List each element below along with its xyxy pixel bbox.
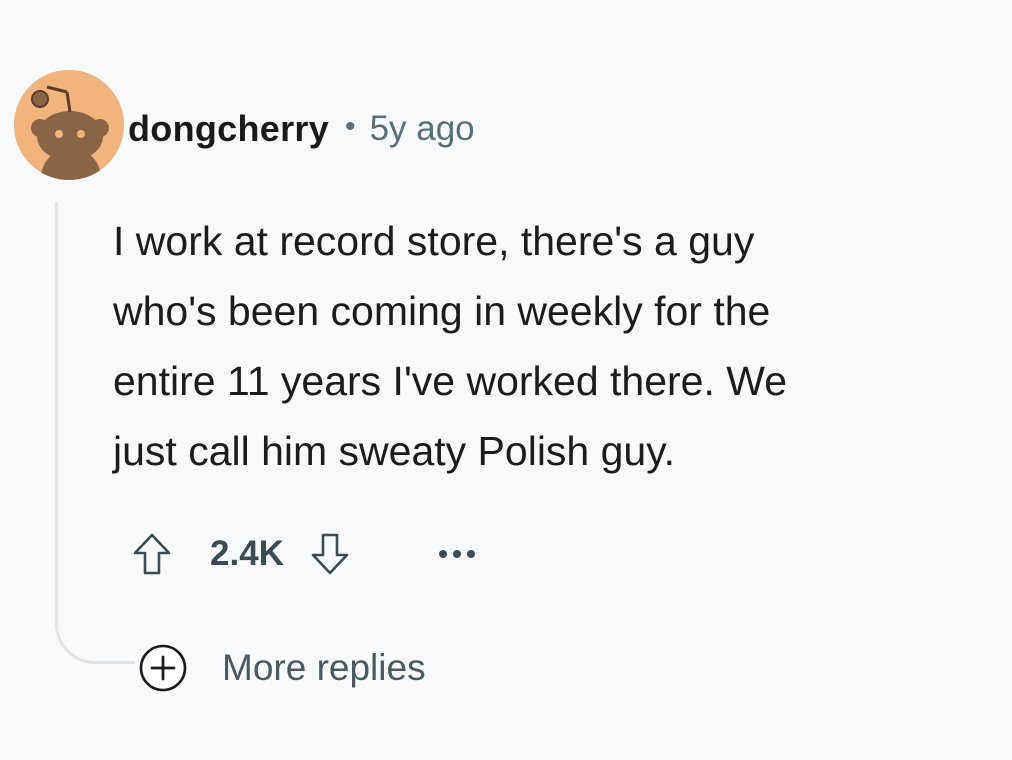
comment-body-line: entire 11 years I've worked there. We [113, 358, 788, 404]
upvote-arrow-icon [133, 533, 171, 575]
comment-body: I work at record store, there's a guy wh… [113, 206, 973, 486]
more-replies-button[interactable]: More replies [138, 640, 426, 696]
overflow-menu-button[interactable] [432, 534, 482, 574]
comment-body-line: who's been coming in weekly for the [113, 288, 771, 334]
overflow-menu-icon [438, 550, 475, 558]
vote-score: 2.4K [210, 534, 284, 573]
comment-card: dongcherry • 5y ago I work at record sto… [0, 0, 1012, 760]
username-link[interactable]: dongcherry [128, 108, 329, 150]
upvote-button[interactable] [128, 528, 176, 580]
user-avatar[interactable] [14, 70, 124, 180]
comment-header: dongcherry • 5y ago [128, 104, 475, 154]
comment-timestamp[interactable]: 5y ago [370, 109, 475, 149]
more-replies-label: More replies [222, 647, 426, 688]
downvote-arrow-icon [311, 533, 349, 575]
comment-body-line: just call him sweaty Polish guy. [113, 428, 676, 474]
plus-circle-icon [138, 643, 188, 693]
downvote-button[interactable] [306, 528, 354, 580]
comment-actions: 2.4K [128, 524, 482, 584]
meta-separator: • [345, 110, 356, 143]
comment-body-line: I work at record store, there's a guy [113, 218, 755, 264]
snoo-avatar-icon [14, 70, 124, 180]
